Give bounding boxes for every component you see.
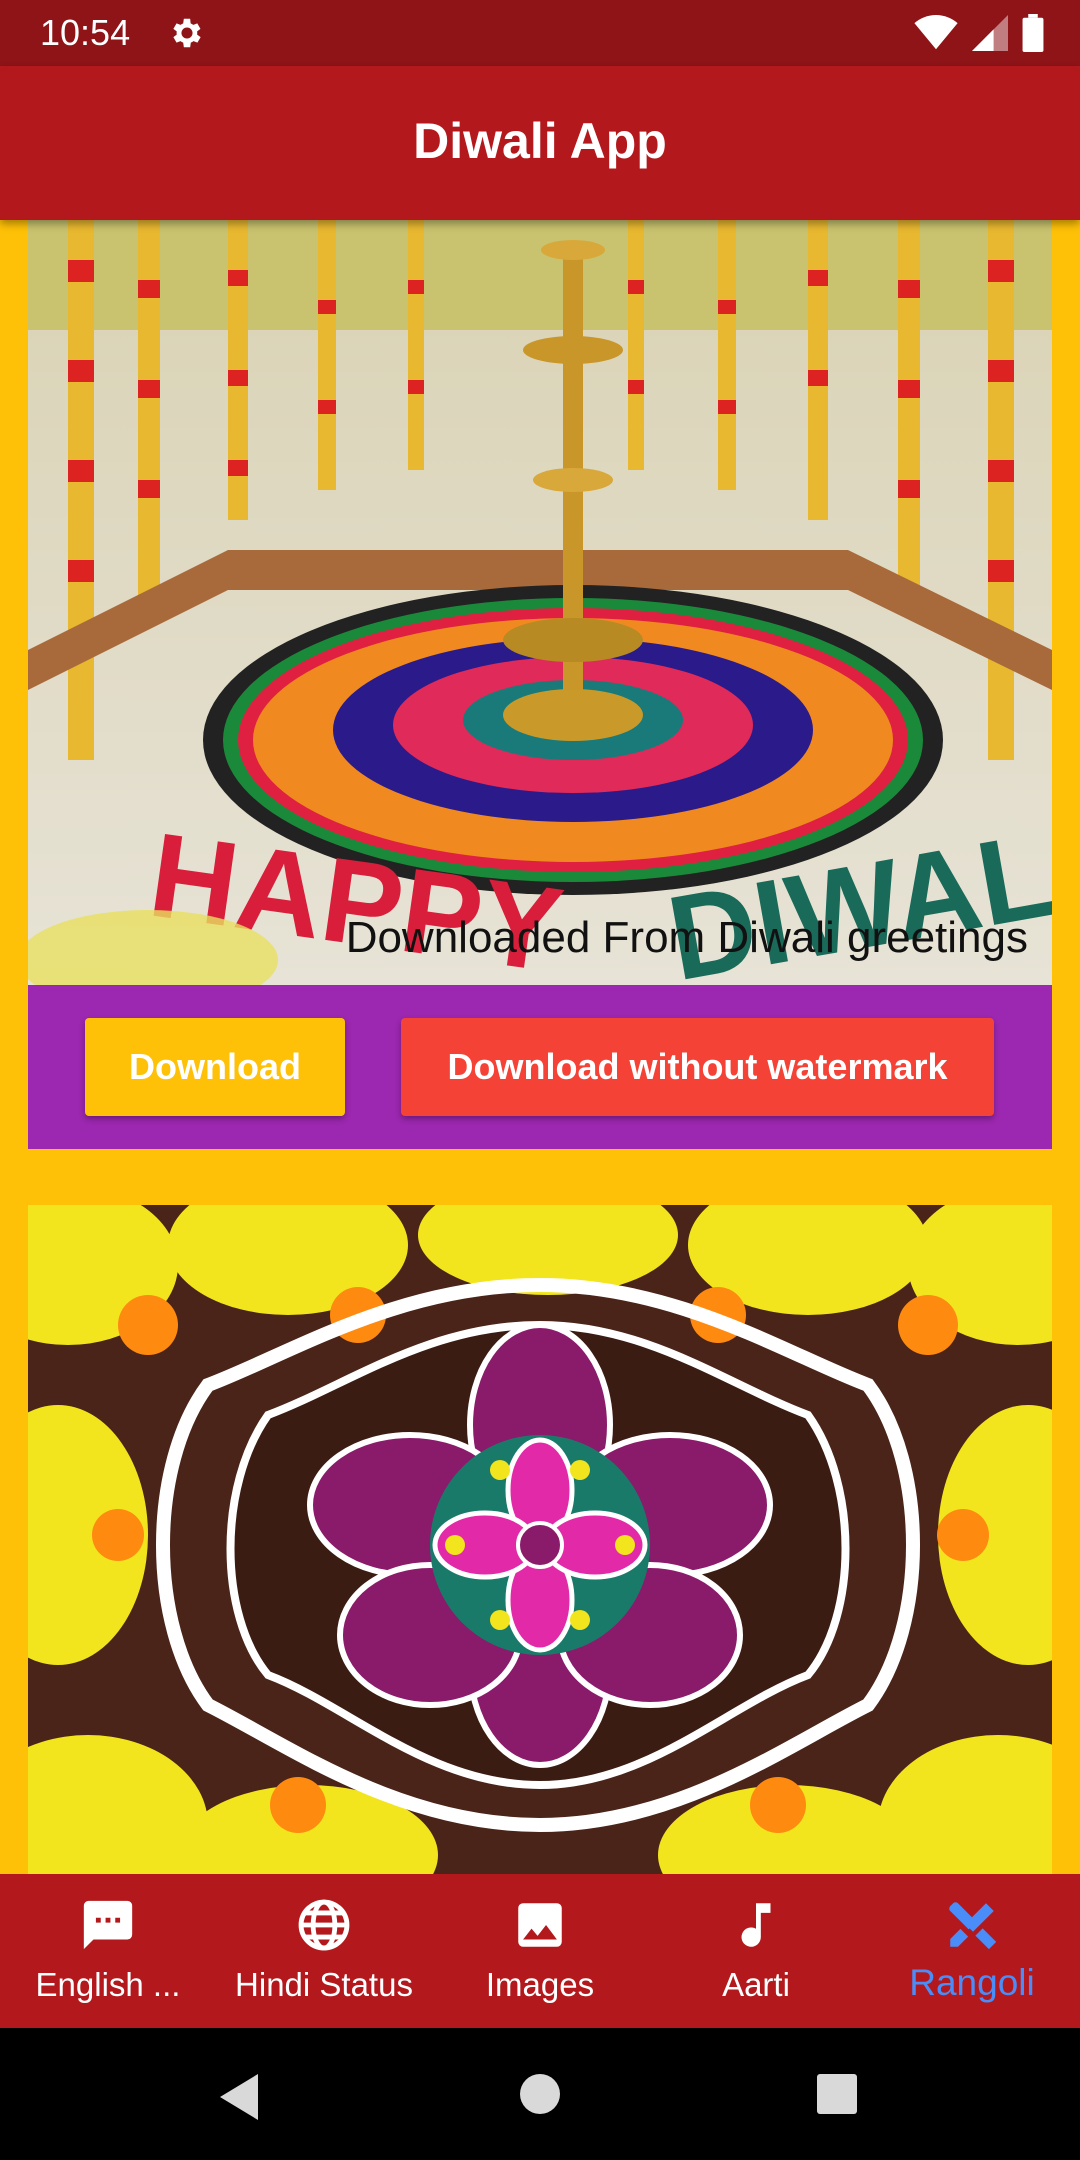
status-time: 10:54 — [40, 12, 131, 53]
signal-icon — [972, 15, 1008, 51]
card-actions: Download Download without watermark — [28, 985, 1052, 1149]
app-title: Diwali App — [413, 113, 667, 169]
nav-label: English ... — [35, 1966, 181, 2003]
status-bar: 10:54 — [0, 0, 1080, 66]
nav-aarti[interactable]: Aarti — [648, 1874, 864, 2028]
bottom-navigation: English ... Hindi Status Images Aarti Ra… — [0, 1874, 1080, 2028]
nav-label: Rangoli — [909, 1962, 1035, 2003]
nav-rangoli[interactable]: Rangoli — [864, 1874, 1080, 2028]
globe-icon — [298, 1899, 350, 1951]
wifi-icon — [914, 15, 958, 50]
image-icon — [518, 1903, 562, 1947]
system-navigation-bar — [0, 2028, 1080, 2160]
app-bar: Diwali App — [0, 66, 1080, 220]
battery-icon — [1022, 14, 1044, 52]
nav-label: Hindi Status — [235, 1966, 413, 2003]
nav-label: Images — [485, 1966, 595, 2003]
nav-label: Aarti — [722, 1966, 790, 2003]
message-icon — [83, 1900, 133, 1950]
watermark-text: Downloaded From Diwali greetings — [345, 913, 1028, 962]
gear-icon — [173, 18, 201, 48]
rangoli-image-2 — [28, 1205, 1052, 1874]
rangoli-list[interactable]: HAPPY DIWALI Downloaded From Diwali gree… — [0, 220, 1080, 1874]
rangoli-image-1: HAPPY DIWALI Downloaded From Diwali gree… — [28, 220, 1052, 985]
download-without-watermark-button[interactable]: Download without watermark — [401, 1018, 994, 1116]
rangoli-tools-icon — [949, 1902, 997, 1950]
nav-english-status[interactable]: English ... — [0, 1874, 216, 2028]
home-icon[interactable] — [518, 2072, 562, 2116]
nav-hindi-status[interactable]: Hindi Status — [216, 1874, 432, 2028]
back-icon[interactable] — [216, 2072, 262, 2122]
download-button[interactable]: Download — [85, 1018, 345, 1116]
recents-icon[interactable] — [815, 2072, 859, 2116]
music-note-icon — [741, 1903, 771, 1947]
nav-images[interactable]: Images — [432, 1874, 648, 2028]
